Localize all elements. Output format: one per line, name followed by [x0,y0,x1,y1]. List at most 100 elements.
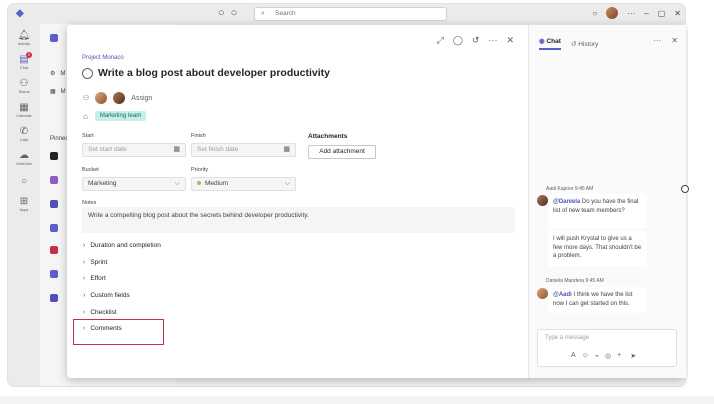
emoji-icon[interactable]: ☺ [582,352,589,360]
start-label: Start [82,133,94,139]
task-details-pane: ⤢ ◯ ↺ ··· ✕ Project Monaco Write a blog … [67,25,528,378]
rail-item-more[interactable]: ○ [8,176,40,187]
history-icon[interactable]: ↺ [472,35,480,46]
settings-icon: ⚙ [50,71,56,77]
start-date-field[interactable]: Set start date ▦ [82,143,186,157]
rail-item-chat[interactable]: ▤ 2 Chat [8,52,40,70]
rail-item-onedrive[interactable]: ☁ OneDrive [8,150,40,166]
rail-item-calls[interactable]: ✆ Calls [8,126,40,142]
tag-icon: ⌂ [83,111,88,121]
chat-header-actions: ··· ✕ [653,36,678,45]
chat-pane: ◉ Chat ↺ History ··· ✕ Aadi Kapoor 9:45 … [528,25,686,378]
tab-history[interactable]: ↺ History [571,40,599,48]
format-icon[interactable]: A [571,352,576,360]
close-icon[interactable]: ✕ [671,36,678,45]
list-item [50,152,58,160]
more-options-icon[interactable]: ··· [627,9,635,18]
attach-icon[interactable]: ⌁ [595,352,599,360]
chevron-down-icon: ⌵ [174,180,180,187]
avatar[interactable] [95,92,108,104]
send-icon[interactable]: ➤ [630,352,636,360]
finish-date-field[interactable]: Set finish date ▦ [191,143,296,157]
title-bar: ◆ ○○ ⌕ Search ○ ··· – ▢ ✕ [8,4,685,24]
label-tag[interactable]: Marketing team [94,111,147,121]
loop-icon[interactable]: ◎ [605,352,611,360]
title-row: Write a blog post about developer produc… [82,67,330,79]
notes-field[interactable]: Write a compelling blog post about the s… [82,207,515,233]
notes-label: Notes [82,200,97,206]
list-item [50,34,58,42]
calendar-icon: ▦ [173,146,180,153]
rail-item-teams[interactable]: ⚇ Teams [8,78,40,94]
pinned-label: Pinned [50,136,69,142]
more-options-icon[interactable]: ··· [488,35,497,46]
list-item [50,176,58,184]
add-attachment-button[interactable]: Add attachment [308,145,376,159]
close-icon[interactable]: ✕ [506,35,514,46]
bucket-select[interactable]: Marketing ⌵ [82,177,186,191]
rail-item-calendar[interactable]: ▦ Calendar [8,102,40,118]
avatar[interactable] [537,288,548,299]
chat-icon: ◉ [539,38,545,45]
expand-icon[interactable]: ⤢ [437,35,444,46]
priority-select[interactable]: Medium ⌵ [191,177,296,191]
more-icon[interactable]: ○ [592,9,597,18]
search-input[interactable]: ⌕ Search [254,7,447,21]
minimize-icon[interactable]: – [644,9,648,18]
window-controls: ○ ··· – ▢ ✕ [592,7,681,19]
outer-margin [688,0,714,404]
project-name[interactable]: Project Monaco [82,55,124,61]
compose-box[interactable]: Type a message A ☺ ⌁ ◎ + ➤ [537,329,677,367]
chevron-right-icon: › [83,259,86,266]
rail-item-activity[interactable]: 🔔︎ Activity [8,30,40,46]
teams-icon: ⚇ [19,78,29,89]
teams-logo-icon: ◆ [16,8,24,19]
avatar[interactable] [113,92,126,104]
avatar[interactable] [537,195,548,206]
list-item [50,224,58,232]
close-icon[interactable]: ✕ [674,9,681,18]
task-title[interactable]: Write a blog post about developer produc… [98,67,330,79]
labels-row: ⌂ Marketing team [83,111,147,121]
chevron-right-icon: › [83,309,86,316]
list-item [50,270,58,278]
task-dialog: ⤢ ◯ ↺ ··· ✕ Project Monaco Write a blog … [67,25,686,378]
section-effort[interactable]: › Effort [83,275,106,282]
cloud-icon: ☁ [19,150,29,161]
history-nav[interactable]: ○○ [218,7,243,19]
section-checklist[interactable]: › Checklist [83,309,117,316]
assign-person-icon: ⚇ [83,95,90,102]
chevron-right-icon: › [83,275,86,282]
chat-message: @Aadi I think we have the list now I can… [548,287,647,313]
unread-badge: 2 [26,52,32,58]
rail-item-apps[interactable]: ⊞ Apps [8,196,40,212]
scrollbar-handle[interactable] [681,185,689,193]
comment-icon[interactable]: ◯ [453,35,463,46]
tab-chat[interactable]: ◉ Chat [539,37,561,50]
chat-icon: ▤ [19,54,29,65]
section-sprint[interactable]: › Sprint [83,259,107,266]
section-custom-fields[interactable]: › Custom fields [83,292,130,299]
calendar-icon: ▦ [19,102,29,113]
compose-placeholder: Type a message [545,335,590,341]
app-rail: 🔔︎ Activity ▤ 2 Chat ⚇ Teams ▦ Calendar … [8,24,40,386]
finish-label: Finish [191,133,206,139]
more-options-icon[interactable]: ··· [653,36,661,45]
attachments-label: Attachments [308,133,348,140]
circle-icon: ○ [20,176,28,187]
section-duration[interactable]: › Duration and completion [83,242,161,249]
priority-dot-icon [197,181,201,186]
search-placeholder: Search [275,10,296,17]
message-meta: Aadi Kapoor 9:45 AM [546,186,594,192]
avatar[interactable] [606,7,619,19]
task-toolbar: ⤢ ◯ ↺ ··· ✕ [437,35,514,46]
maximize-icon[interactable]: ▢ [658,9,666,18]
highlight-box [73,319,164,345]
chevron-down-icon: ⌵ [284,180,290,187]
bucket-label: Bucket [82,167,99,173]
complete-checkbox[interactable] [82,67,93,79]
assignees-row: ⚇ Assign [83,92,152,104]
calendar-icon: ▦ [283,146,290,153]
add-icon[interactable]: + [617,352,621,360]
assign-button[interactable]: Assign [131,95,152,102]
